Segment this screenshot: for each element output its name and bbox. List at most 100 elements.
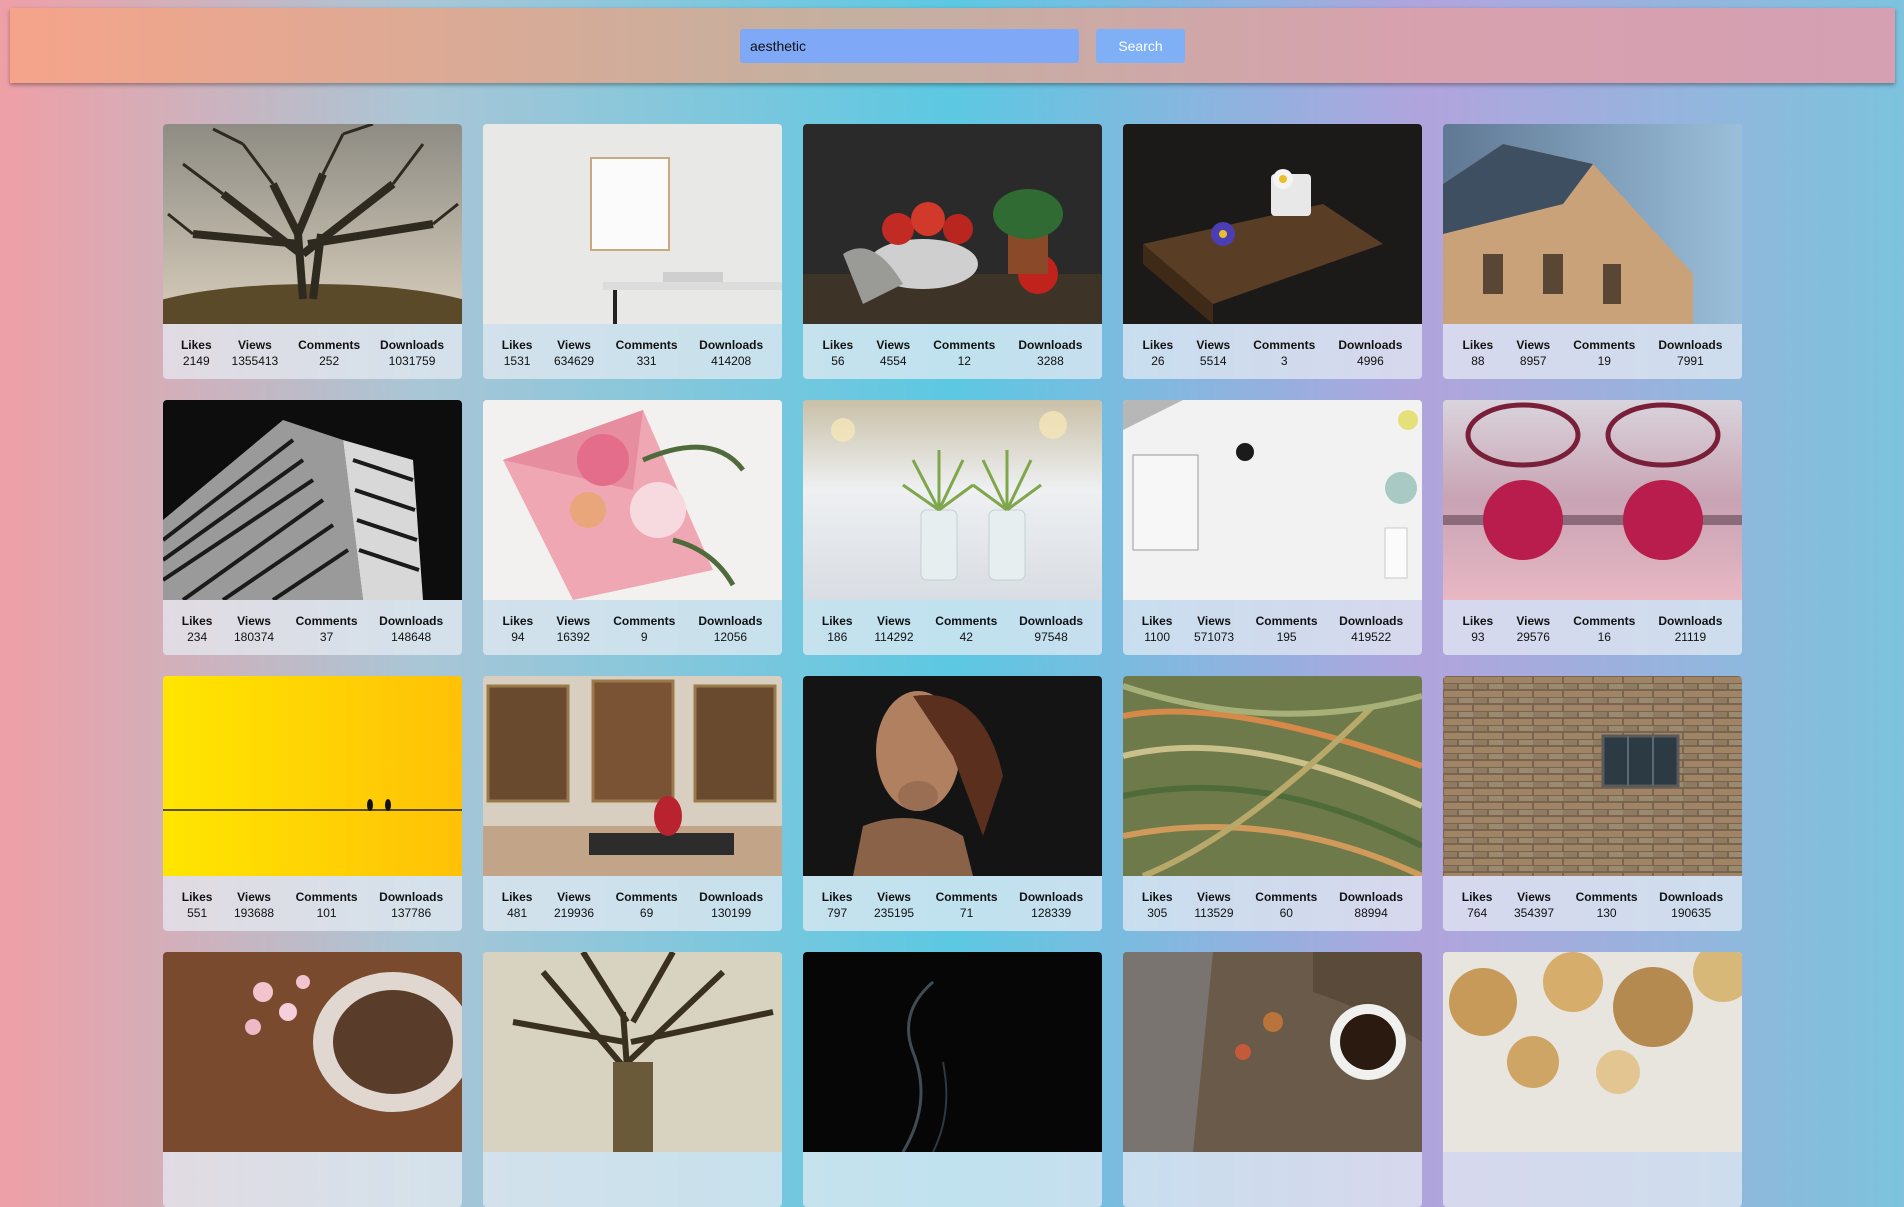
downloads-value: 7991 xyxy=(1677,354,1704,368)
photo-lanterns[interactable] xyxy=(1443,952,1742,1152)
photo-grass[interactable] xyxy=(1123,676,1422,876)
views-label: Views xyxy=(557,338,591,352)
photo-birds-on-wire[interactable] xyxy=(163,676,462,876)
image-card[interactable]: Likes 26 Views 5514 Comments 3 Downloads 499… xyxy=(1123,124,1422,379)
image-card[interactable] xyxy=(1443,952,1742,1207)
downloads-stat: Downloads 128339 xyxy=(1019,889,1083,921)
photo-palace[interactable] xyxy=(1443,124,1742,324)
likes-stat: Likes 1531 xyxy=(502,337,533,369)
likes-stat: Likes 305 xyxy=(1142,889,1173,921)
likes-value: 26 xyxy=(1151,354,1165,368)
likes-stat: Likes 94 xyxy=(503,613,534,645)
card-stats xyxy=(803,1152,1102,1207)
photo-tree-from-below[interactable] xyxy=(483,952,782,1152)
downloads-label: Downloads xyxy=(379,890,444,904)
views-label: Views xyxy=(1196,338,1231,352)
image-card[interactable]: Likes 764 Views 354397 Comments 130 Downloa… xyxy=(1443,676,1742,931)
comments-stat: Comments 252 xyxy=(298,337,360,369)
downloads-label: Downloads xyxy=(1019,614,1084,628)
search-input[interactable] xyxy=(740,29,1079,63)
image-card[interactable]: Likes 1531 Views 634629 Comments 331 Downlo… xyxy=(483,124,782,379)
photo-air-plants[interactable] xyxy=(803,400,1102,600)
image-card[interactable]: Likes 2149 Views 1355413 Comments 252 Downl… xyxy=(163,124,462,379)
photo-museum[interactable] xyxy=(483,676,782,876)
photo-skyscraper[interactable] xyxy=(163,400,462,600)
downloads-value: 419522 xyxy=(1351,630,1392,644)
downloads-stat: Downloads 4996 xyxy=(1338,337,1402,369)
likes-label: Likes xyxy=(180,338,212,352)
card-stats: Likes 56 Views 4554 Comments 12 Downloads 32… xyxy=(803,324,1102,379)
comments-stat: Comments 195 xyxy=(1256,613,1318,645)
image-card[interactable]: Likes 93 Views 29576 Comments 16 Downloads 2… xyxy=(1443,400,1742,655)
downloads-label: Downloads xyxy=(1338,338,1403,352)
card-stats: Likes 2149 Views 1355413 Comments 252 Downl… xyxy=(163,324,462,379)
comments-label: Comments xyxy=(298,338,361,352)
comments-stat: Comments 101 xyxy=(296,889,358,921)
views-value: 16392 xyxy=(556,630,590,644)
photo-tree[interactable] xyxy=(163,124,462,324)
image-card[interactable]: Likes 797 Views 235195 Comments 71 Download… xyxy=(803,676,1102,931)
views-label: Views xyxy=(1516,338,1551,352)
views-value: 634629 xyxy=(554,354,595,368)
image-card[interactable] xyxy=(803,952,1102,1207)
image-card[interactable] xyxy=(483,952,782,1207)
downloads-stat: Downloads 3288 xyxy=(1018,337,1082,369)
image-card[interactable]: Likes 56 Views 4554 Comments 12 Downloads 32… xyxy=(803,124,1102,379)
views-label: Views xyxy=(877,614,911,628)
comments-value: 3 xyxy=(1280,354,1288,368)
likes-stat: Likes 56 xyxy=(823,337,854,369)
downloads-stat: Downloads 7991 xyxy=(1658,337,1722,369)
image-card[interactable]: Likes 186 Views 114292 Comments 42 Download… xyxy=(803,400,1102,655)
downloads-value: 148648 xyxy=(391,630,432,644)
views-value: 571073 xyxy=(1194,630,1235,644)
downloads-label: Downloads xyxy=(1339,614,1404,628)
photo-frame-wall[interactable] xyxy=(483,124,782,324)
comments-value: 12 xyxy=(957,354,971,368)
photo-apples[interactable] xyxy=(803,124,1102,324)
image-card[interactable]: Likes 551 Views 193688 Comments 101 Downloa… xyxy=(163,676,462,931)
photo-portrait[interactable] xyxy=(803,676,1102,876)
views-stat: Views 4554 xyxy=(876,337,910,369)
views-value: 354397 xyxy=(1514,906,1555,920)
likes-stat: Likes 764 xyxy=(1462,889,1493,921)
likes-value: 305 xyxy=(1147,906,1168,920)
likes-value: 764 xyxy=(1467,906,1488,920)
downloads-label: Downloads xyxy=(699,890,764,904)
views-stat: Views 16392 xyxy=(556,613,590,645)
likes-stat: Likes 234 xyxy=(182,613,213,645)
image-card[interactable] xyxy=(163,952,462,1207)
image-card[interactable]: Likes 1100 Views 571073 Comments 195 Downlo… xyxy=(1123,400,1422,655)
image-card[interactable]: Likes 94 Views 16392 Comments 9 Downloads 12… xyxy=(483,400,782,655)
likes-value: 93 xyxy=(1471,630,1485,644)
photo-still-life-flowers[interactable] xyxy=(1123,124,1422,324)
card-stats: Likes 797 Views 235195 Comments 71 Download… xyxy=(803,876,1102,931)
downloads-stat: Downloads 1031759 xyxy=(380,337,444,369)
likes-value: 481 xyxy=(507,906,528,920)
downloads-stat: Downloads 190635 xyxy=(1659,889,1723,921)
image-card[interactable] xyxy=(1123,952,1422,1207)
photo-brick-wall[interactable] xyxy=(1443,676,1742,876)
likes-value: 2149 xyxy=(182,354,210,368)
photo-smoke[interactable] xyxy=(803,952,1102,1152)
downloads-stat: Downloads 414208 xyxy=(699,337,763,369)
views-stat: Views 113529 xyxy=(1194,889,1233,921)
image-card[interactable]: Likes 305 Views 113529 Comments 60 Download… xyxy=(1123,676,1422,931)
image-card[interactable]: Likes 234 Views 180374 Comments 37 Download… xyxy=(163,400,462,655)
search-button[interactable]: Search xyxy=(1096,29,1185,63)
views-stat: Views 8957 xyxy=(1516,337,1550,369)
views-stat: Views 634629 xyxy=(554,337,594,369)
image-card[interactable]: Likes 481 Views 219936 Comments 69 Download… xyxy=(483,676,782,931)
downloads-value: 3288 xyxy=(1037,354,1064,368)
photo-envelope-flowers[interactable] xyxy=(483,400,782,600)
likes-stat: Likes 481 xyxy=(502,889,533,921)
views-label: Views xyxy=(876,338,911,352)
photo-desk-flatlay[interactable] xyxy=(1123,400,1422,600)
likes-label: Likes xyxy=(822,338,854,352)
comments-stat: Comments 16 xyxy=(1573,613,1635,645)
photo-coffee-knits[interactable] xyxy=(1123,952,1422,1152)
downloads-label: Downloads xyxy=(699,338,764,352)
photo-glasses-skyline[interactable] xyxy=(1443,400,1742,600)
photo-cherry-blossom[interactable] xyxy=(163,952,462,1152)
views-label: Views xyxy=(237,614,271,628)
image-card[interactable]: Likes 88 Views 8957 Comments 19 Downloads 79… xyxy=(1443,124,1742,379)
